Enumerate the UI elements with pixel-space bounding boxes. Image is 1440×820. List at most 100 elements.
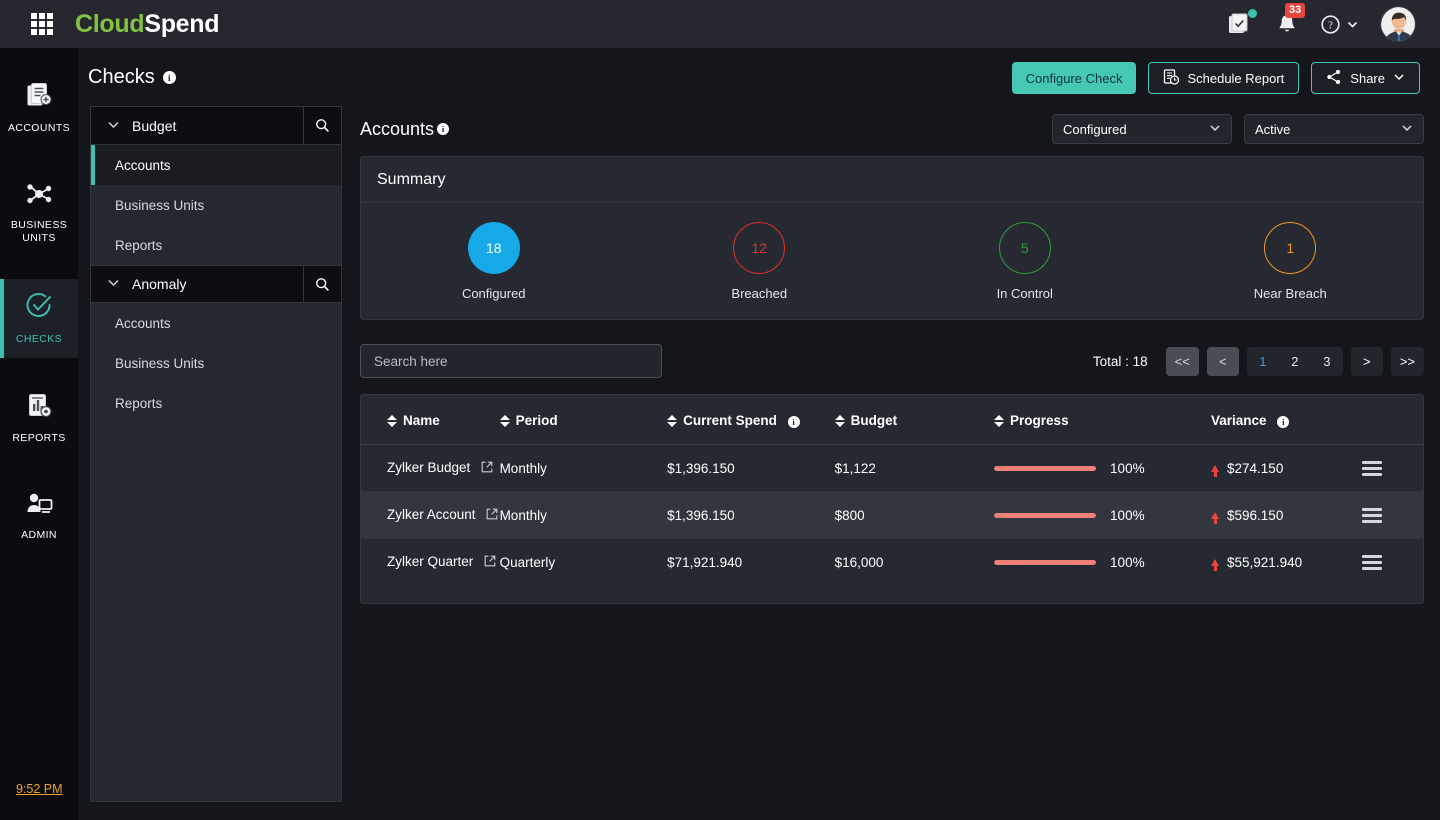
user-avatar[interactable] [1380, 6, 1416, 42]
search-icon[interactable] [303, 107, 341, 144]
configured-count-circle: 18 [467, 221, 520, 274]
summary-metrics: 18 Configured 12 Breached 5 In Control 1… [361, 203, 1423, 319]
table-row[interactable]: Zylker Account Monthly $1,396.150 $800 1… [361, 491, 1423, 539]
summary-label: Breached [731, 285, 788, 301]
row-menu-icon[interactable] [1362, 460, 1383, 476]
sort-icon[interactable] [834, 415, 845, 428]
status-filter-select[interactable]: Active [1244, 114, 1424, 144]
row-name-label: Zylker Budget [387, 460, 471, 475]
progress-percent: 100% [1110, 507, 1145, 523]
configured-filter-value: Configured [1063, 121, 1127, 137]
total-count-label: Total : 18 [1092, 353, 1148, 369]
brand-logo[interactable]: CloudSpend [75, 10, 220, 39]
row-menu-icon[interactable] [1362, 507, 1383, 523]
table-row[interactable]: Zylker Quarter Quarterly $71,921.940 $16… [361, 539, 1423, 586]
sidebar-item-checks[interactable]: CHECKS [0, 279, 78, 358]
tree-item-anomaly-business-units[interactable]: Business Units [91, 343, 341, 383]
external-link-icon[interactable] [486, 508, 498, 523]
sort-icon[interactable] [387, 415, 397, 428]
column-label: Current Spend [683, 413, 777, 428]
chevron-down-icon [1401, 122, 1413, 137]
summary-cell-near-breach[interactable]: 1 Near Breach [1158, 221, 1424, 301]
cell-variance: $596.150 [1211, 491, 1363, 539]
near-breach-count: 1 [1286, 239, 1295, 256]
pagination-page-2[interactable]: 2 [1279, 347, 1311, 376]
configured-filter-select[interactable]: Configured [1052, 114, 1232, 144]
configure-check-label: Configure Check [1025, 70, 1123, 86]
column-header-period[interactable]: Period [499, 395, 668, 445]
sidebar-item-business-units[interactable]: BUSINESS UNITS [0, 169, 78, 257]
tree-item-anomaly-accounts[interactable]: Accounts [91, 303, 341, 343]
tree-group-anomaly[interactable]: Anomaly [91, 265, 341, 303]
share-button[interactable]: Share [1311, 62, 1420, 94]
pagination-page-3[interactable]: 3 [1311, 347, 1343, 376]
column-label: Name [403, 413, 440, 428]
header-actions: Configure Check Schedule Report Share [1011, 62, 1420, 94]
summary-cell-configured[interactable]: 18 Configured [361, 221, 627, 301]
checks-icon [24, 291, 54, 326]
table-row[interactable]: Zylker Budget Monthly $1,396.150 $1,122 [361, 444, 1423, 492]
tasks-status-dot [1248, 9, 1257, 18]
tree-group-label: Anomaly [132, 276, 187, 292]
page-title: Checks i [88, 66, 176, 89]
reports-icon [25, 392, 53, 425]
column-header-current-spend[interactable]: Current Spend i [667, 395, 835, 445]
summary-cell-breached[interactable]: 12 Breached [627, 221, 893, 301]
sort-icon[interactable] [667, 415, 678, 428]
chevron-down-icon [107, 118, 120, 134]
search-input[interactable] [360, 344, 662, 378]
sidebar-item-label: ADMIN [21, 529, 57, 541]
pagination-next-button[interactable]: > [1350, 346, 1383, 376]
pagination-first-button[interactable]: << [1165, 346, 1199, 376]
cell-name: Zylker Budget [361, 444, 500, 492]
summary-cell-in-control[interactable]: 5 In Control [892, 221, 1158, 301]
tree-item-budget-business-units[interactable]: Business Units [91, 185, 341, 225]
pagination-last-button[interactable]: >> [1390, 346, 1424, 376]
cell-name: Zylker Account [361, 491, 500, 539]
cell-current-spend: $1,396.150 [667, 491, 835, 539]
breached-count-circle: 12 [733, 221, 786, 274]
configure-check-button[interactable]: Configure Check [1011, 62, 1137, 94]
external-link-icon[interactable] [484, 555, 496, 570]
tree-item-budget-reports[interactable]: Reports [91, 225, 341, 265]
summary-label: Near Breach [1253, 285, 1327, 301]
tasks-checklist-icon[interactable] [1228, 9, 1257, 36]
clock-time[interactable]: 9:52 PM [16, 782, 63, 796]
section-title-info-icon[interactable]: i [437, 123, 450, 135]
tree-item-anomaly-reports[interactable]: Reports [91, 383, 341, 423]
sort-icon[interactable] [499, 415, 510, 428]
apps-grid-icon[interactable] [31, 13, 53, 35]
tree-group-budget[interactable]: Budget [91, 107, 341, 145]
pagination-prev-button[interactable]: < [1206, 346, 1239, 376]
column-header-budget[interactable]: Budget [834, 395, 995, 445]
cell-name: Zylker Quarter [361, 539, 500, 586]
current-spend-info-icon[interactable]: i [787, 416, 800, 428]
chevron-down-icon [107, 276, 120, 292]
help-circle-icon[interactable]: ? [1320, 14, 1358, 35]
section-title: Accounts i [360, 118, 450, 140]
sidebar-item-reports[interactable]: REPORTS [0, 380, 78, 457]
column-header-name[interactable]: Name [361, 395, 500, 445]
external-link-icon[interactable] [481, 461, 493, 476]
column-header-progress[interactable]: Progress [994, 395, 1212, 445]
page-title-info-icon[interactable]: i [162, 71, 176, 84]
schedule-report-button[interactable]: Schedule Report [1148, 62, 1300, 94]
notification-bell-icon[interactable]: 33 [1276, 3, 1306, 36]
row-menu-icon[interactable] [1362, 554, 1383, 570]
sort-icon[interactable] [994, 415, 1005, 428]
chevron-down-icon [1393, 71, 1405, 86]
cell-period: Monthly [499, 491, 668, 539]
cell-current-spend: $71,921.940 [667, 554, 743, 570]
section-title-text: Accounts [360, 118, 435, 139]
pagination-page-1[interactable]: 1 [1247, 347, 1279, 376]
cell-budget: $1,122 [834, 444, 995, 492]
variance-info-icon[interactable]: i [1277, 416, 1290, 428]
progress-bar [994, 512, 1097, 518]
sidebar-item-accounts[interactable]: ACCOUNTS [0, 70, 78, 147]
tree-item-budget-accounts[interactable]: Accounts [91, 145, 341, 185]
sidebar-item-admin[interactable]: ADMIN [0, 479, 78, 554]
main-content: Accounts i Configured Active Summary 18 … [360, 106, 1424, 604]
top-bar: CloudSpend 33 ? [0, 0, 1440, 48]
column-label: Variance [1211, 413, 1267, 428]
search-icon[interactable] [303, 266, 341, 302]
